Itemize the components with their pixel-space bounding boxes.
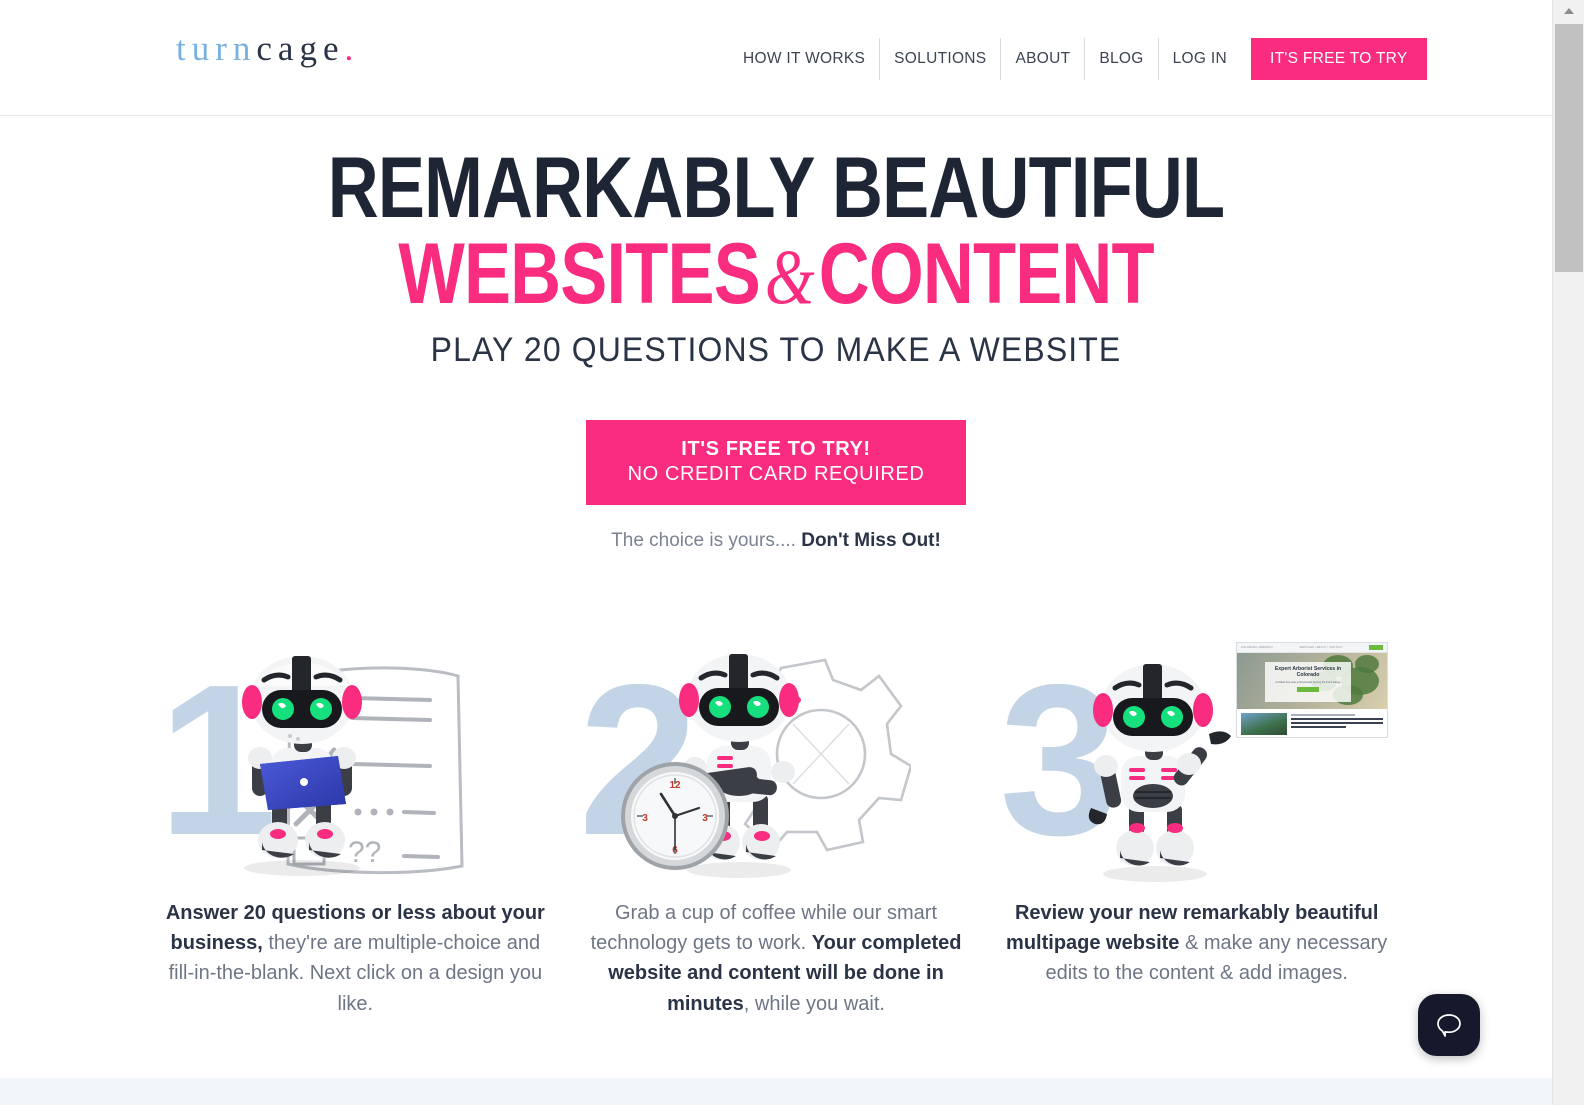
nav-item-log-in[interactable]: LOG IN <box>1159 38 1241 80</box>
mockup-nav-button <box>1369 644 1384 650</box>
mockup-kicker-line <box>1291 713 1356 716</box>
hero-subheadline: PLAY 20 QUESTIONS TO MAKE A WEBSITE <box>430 330 1122 369</box>
logo-text-cage: cage <box>256 29 345 68</box>
feature-1-illustration: 1 ?? <box>150 630 561 880</box>
browser-viewport: turncage. HOW IT WORKS SOLUTIONS ABOUT B… <box>0 0 1584 1105</box>
svg-text:3: 3 <box>702 813 708 824</box>
robot-with-laptop-icon <box>242 655 362 876</box>
hero-headline-ampersand: & <box>764 233 815 321</box>
feature-step-3: 3 COLORADO ARBORIST SERVICES | ABOUT | C… <box>991 630 1402 1020</box>
robot-pointing-icon <box>1089 663 1232 882</box>
scrollbar-thumb[interactable] <box>1555 24 1583 272</box>
mockup-hero-button <box>1297 687 1320 693</box>
hero-cta-button[interactable]: IT'S FREE TO TRY! NO CREDIT CARD REQUIRE… <box>585 419 967 505</box>
mockup-body-line-2 <box>1291 721 1384 724</box>
hero-cta-primary-label: IT'S FREE TO TRY! <box>681 437 871 460</box>
mockup-text-lines <box>1291 713 1384 735</box>
feature-2-caption-rest: , while you wait. <box>743 992 885 1015</box>
nav-item-solutions[interactable]: SOLUTIONS <box>880 38 1002 80</box>
hero-headline-line1: REMARKABLY BEAUTIFUL <box>327 140 1225 236</box>
page-content: turncage. HOW IT WORKS SOLUTIONS ABOUT B… <box>0 0 1552 1105</box>
hero-section: REMARKABLY BEAUTIFUL WEBSITES&CONTENT PL… <box>0 116 1552 552</box>
features-section: 1 ?? Answer 20 questions or less about y… <box>0 630 1552 1020</box>
mockup-nav-links: SERVICES | ABOUT | CONTACT <box>1299 645 1343 649</box>
hero-tagline-emphasis: Don't Miss Out! <box>801 529 941 551</box>
hero-tagline: The choice is yours.... Don't Miss Out! <box>0 530 1552 552</box>
nav-item-how-it-works[interactable]: HOW IT WORKS <box>735 38 881 80</box>
feature-2-caption: Grab a cup of coffee while our smart tec… <box>571 898 982 1020</box>
hero-cta-secondary-label: NO CREDIT CARD REQUIRED <box>627 462 925 485</box>
logo-text-turn: turn <box>176 29 257 68</box>
hero-headline-content: CONTENT <box>818 226 1155 323</box>
mockup-hero-card: Expert Arborist Services in Colorado Cer… <box>1265 661 1352 702</box>
mockup-nav-brand: COLORADO ARBORIST <box>1241 645 1274 649</box>
nav-cta-free-to-try[interactable]: IT'S FREE TO TRY <box>1250 38 1427 80</box>
page-bottom-band <box>0 1078 1552 1105</box>
chat-widget-button[interactable] <box>1418 994 1480 1056</box>
feature-step-1: 1 ?? Answer 20 questions or less about y… <box>150 630 561 1020</box>
main-navigation: HOW IT WORKS SOLUTIONS ABOUT BLOG LOG IN… <box>735 38 1427 80</box>
site-logo[interactable]: turncage. <box>176 31 359 66</box>
hero-headline-line2: WEBSITES&CONTENT <box>140 231 1413 317</box>
speech-bubble-icon <box>1437 1014 1461 1037</box>
site-header: turncage. HOW IT WORKS SOLUTIONS ABOUT B… <box>0 0 1552 116</box>
mockup-site-sub: Certified tree care professionals servin… <box>1275 680 1341 684</box>
mockup-body-line-1 <box>1291 717 1384 720</box>
feature-3-illustration: 3 COLORADO ARBORIST SERVICES | ABOUT | C… <box>991 630 1402 882</box>
nav-item-blog[interactable]: BLOG <box>1085 38 1159 80</box>
feature-2-illustration: 2 12 3 3 <box>571 630 982 880</box>
hero-tagline-normal: The choice is yours.... <box>611 529 796 551</box>
hero-headline-websites: WEBSITES <box>398 226 761 323</box>
logo-dot: . <box>344 29 360 68</box>
feature-1-caption: Answer 20 questions or less about your b… <box>150 898 561 1020</box>
hero-cta-wrapper: IT'S FREE TO TRY! NO CREDIT CARD REQUIRE… <box>0 419 1552 505</box>
svg-text:3: 3 <box>642 813 648 824</box>
mockup-body-line-3 <box>1291 725 1347 728</box>
mockup-site-title: Expert Arborist Services in Colorado <box>1274 665 1342 679</box>
scroll-up-arrow-icon[interactable] <box>1553 0 1584 22</box>
feature-step-2: 2 12 3 3 Grab a cup of coffee while our … <box>571 630 982 1020</box>
feature-3-caption: Review your new remarkably beautiful mul… <box>991 898 1402 989</box>
browser-scrollbar[interactable] <box>1552 0 1584 1105</box>
nav-item-about[interactable]: ABOUT <box>1001 38 1086 80</box>
analog-clock-icon: 12 3 6 3 <box>620 761 729 870</box>
